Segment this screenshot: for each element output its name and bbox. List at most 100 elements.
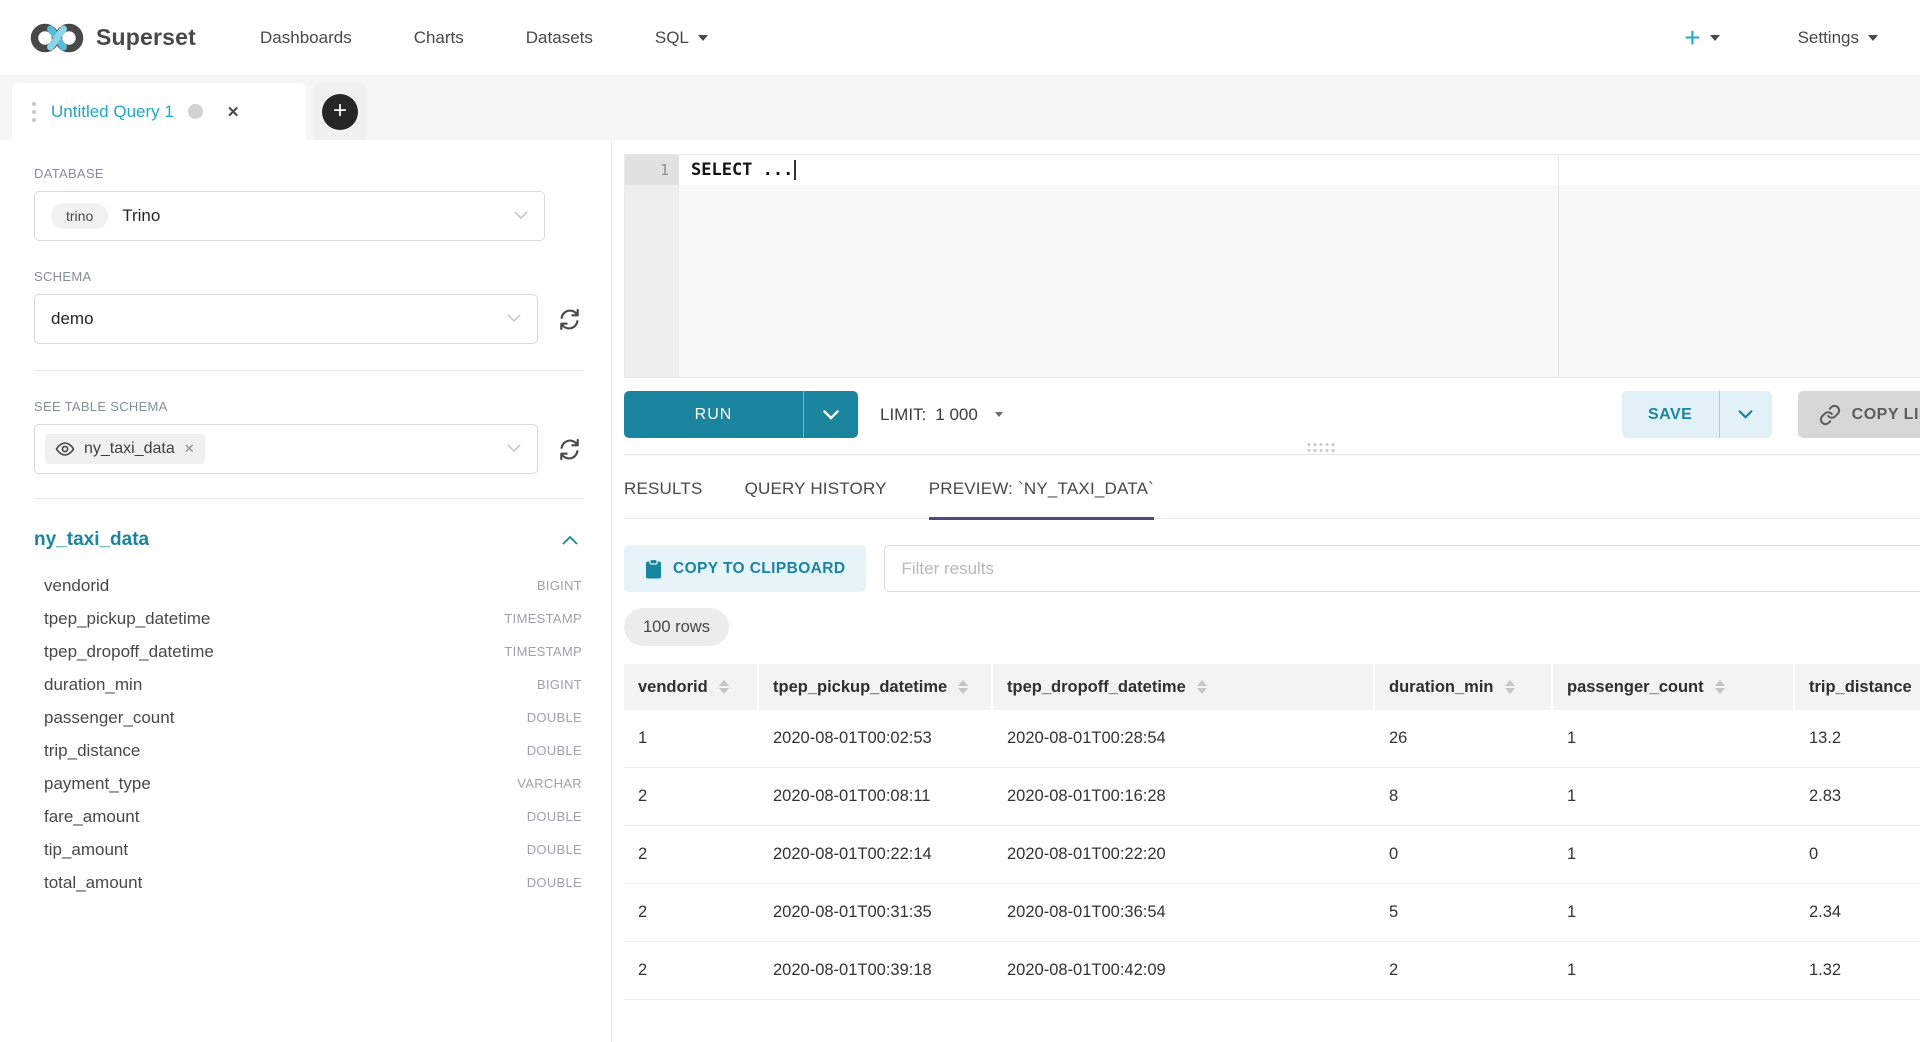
column-header-label: tpep_pickup_datetime <box>773 678 947 697</box>
column-header-passenger_count[interactable]: passenger_count <box>1553 664 1793 710</box>
nav-item-dashboards[interactable]: Dashboards <box>260 28 352 48</box>
sort-icon[interactable] <box>958 680 968 694</box>
run-split-button: RUN <box>624 391 858 438</box>
plus-circle-icon: + <box>322 94 358 130</box>
table-cell: 0 <box>1375 845 1553 864</box>
schema-column-row[interactable]: duration_minBIGINT <box>34 668 582 701</box>
table-cell: 2020-08-01T00:02:53 <box>759 729 993 748</box>
table-cell: 2 <box>624 903 759 922</box>
tab-preview-ny-taxi-data[interactable]: PREVIEW: `NY_TAXI_DATA` <box>929 479 1154 518</box>
sql-code-text: SELECT ... <box>691 160 793 180</box>
column-header-tpep_dropoff_datetime[interactable]: tpep_dropoff_datetime <box>993 664 1373 710</box>
table-cell: 13.2 <box>1795 729 1920 748</box>
sort-icon[interactable] <box>1197 680 1207 694</box>
nav-item-sql[interactable]: SQL <box>655 28 708 48</box>
print-margin-line <box>1558 155 1559 377</box>
settings-menu[interactable]: Settings <box>1798 28 1878 48</box>
save-button[interactable]: SAVE <box>1622 391 1719 438</box>
caret-down-icon <box>1710 35 1720 41</box>
schema-column-row[interactable]: total_amountDOUBLE <box>34 866 582 899</box>
nav-item-charts[interactable]: Charts <box>414 28 464 48</box>
pane-resize-handle[interactable] <box>1307 443 1334 452</box>
column-name: total_amount <box>44 873 142 893</box>
refresh-tables-icon[interactable] <box>556 436 583 463</box>
schema-column-row[interactable]: tpep_dropoff_datetimeTIMESTAMP <box>34 635 582 668</box>
editor-toolbar: RUN LIMIT: 1 000 SAVE <box>624 391 1920 438</box>
database-label: DATABASE <box>34 166 583 181</box>
table-row: 22020-08-01T00:31:352020-08-01T00:36:545… <box>624 884 1920 942</box>
limit-value: 1 000 <box>935 405 978 425</box>
column-type: DOUBLE <box>527 710 582 725</box>
collapse-chevron-up-icon[interactable] <box>562 535 578 545</box>
column-name: trip_distance <box>44 741 140 761</box>
schema-column-row[interactable]: tpep_pickup_datetimeTIMESTAMP <box>34 602 582 635</box>
column-name: tip_amount <box>44 840 128 860</box>
column-header-tpep_pickup_datetime[interactable]: tpep_pickup_datetime <box>759 664 991 710</box>
run-button[interactable]: RUN <box>624 391 803 438</box>
table-row: 22020-08-01T00:39:182020-08-01T00:42:092… <box>624 942 1920 1000</box>
nav-item-datasets[interactable]: Datasets <box>526 28 593 48</box>
schema-column-row[interactable]: trip_distanceDOUBLE <box>34 734 582 767</box>
new-item-button[interactable]: + <box>1684 24 1719 52</box>
limit-dropdown[interactable]: LIMIT: 1 000 <box>880 405 1003 425</box>
table-schema-header[interactable]: ny_taxi_data <box>34 529 578 551</box>
schema-column-row[interactable]: vendoridBIGINT <box>34 569 582 602</box>
sort-icon[interactable] <box>1505 680 1515 694</box>
editor-gutter: 1 <box>625 155 679 377</box>
column-type: VARCHAR <box>517 776 582 791</box>
sidebar-divider <box>34 498 584 499</box>
schema-select[interactable]: demo <box>34 294 538 344</box>
run-options-button[interactable] <box>804 391 858 438</box>
drag-handle-icon[interactable] <box>32 102 36 122</box>
close-tab-icon[interactable]: ✕ <box>227 103 240 121</box>
query-tab-strip: Untitled Query 1 ✕ + <box>0 76 1920 140</box>
table-cell: 1 <box>1553 787 1795 806</box>
nav-right: + Settings <box>1684 24 1890 52</box>
schema-column-row[interactable]: fare_amountDOUBLE <box>34 800 582 833</box>
table-cell: 1 <box>1553 903 1795 922</box>
column-type: BIGINT <box>537 578 582 593</box>
caret-down-icon <box>995 412 1003 417</box>
chevron-down-icon <box>507 310 521 328</box>
sort-icon[interactable] <box>1715 680 1725 694</box>
table-schema-select[interactable]: ny_taxi_data ✕ <box>34 424 538 474</box>
schema-column-row[interactable]: payment_type VARCHAR <box>34 767 582 800</box>
column-header-duration_min[interactable]: duration_min <box>1375 664 1551 710</box>
table-cell: 2020-08-01T00:16:28 <box>993 787 1375 806</box>
refresh-schemas-icon[interactable] <box>556 306 583 333</box>
table-cell: 5 <box>1375 903 1553 922</box>
row-count-badge: 100 rows <box>624 608 729 646</box>
database-select[interactable]: trino Trino <box>34 191 545 241</box>
tab-results[interactable]: RESULTS <box>624 479 703 518</box>
superset-logo[interactable]: Superset <box>30 20 196 56</box>
table-row: 22020-08-01T00:22:142020-08-01T00:22:200… <box>624 826 1920 884</box>
table-cell: 2020-08-01T00:39:18 <box>759 961 993 980</box>
copy-link-button[interactable]: COPY LINK <box>1798 391 1920 438</box>
save-options-button[interactable] <box>1720 391 1772 438</box>
line-number: 1 <box>625 155 679 185</box>
add-query-tab[interactable]: + <box>313 83 367 140</box>
query-tab-title: Untitled Query 1 <box>51 102 174 122</box>
column-header-label: duration_min <box>1389 678 1494 697</box>
sort-icon[interactable] <box>719 680 729 694</box>
tab-query-history[interactable]: QUERY HISTORY <box>745 479 887 518</box>
query-tab-active[interactable]: Untitled Query 1 ✕ <box>12 83 306 140</box>
sql-lab-main: DATABASE trino Trino SCHEMA demo <box>0 140 1920 1042</box>
query-status-dot <box>188 104 203 119</box>
schema-column-row[interactable]: tip_amountDOUBLE <box>34 833 582 866</box>
table-cell: 1 <box>1553 961 1795 980</box>
filter-results-input[interactable] <box>884 545 1920 592</box>
table-cell: 1 <box>1553 729 1795 748</box>
remove-table-icon[interactable]: ✕ <box>184 441 195 457</box>
column-header-trip_distance[interactable]: trip_distance <box>1795 664 1920 710</box>
column-name: payment_type <box>44 774 151 794</box>
table-row: 22020-08-01T00:08:112020-08-01T00:16:288… <box>624 768 1920 826</box>
table-cell: 2.34 <box>1795 903 1920 922</box>
schema-column-row[interactable]: passenger_countDOUBLE <box>34 701 582 734</box>
copy-to-clipboard-button[interactable]: COPY TO CLIPBOARD <box>624 545 866 592</box>
database-engine-tag: trino <box>51 203 108 229</box>
table-cell: 1 <box>624 729 759 748</box>
table-cell: 8 <box>1375 787 1553 806</box>
column-header-vendorid[interactable]: vendorid <box>624 664 757 710</box>
code-area[interactable]: SELECT ... <box>679 155 1920 377</box>
